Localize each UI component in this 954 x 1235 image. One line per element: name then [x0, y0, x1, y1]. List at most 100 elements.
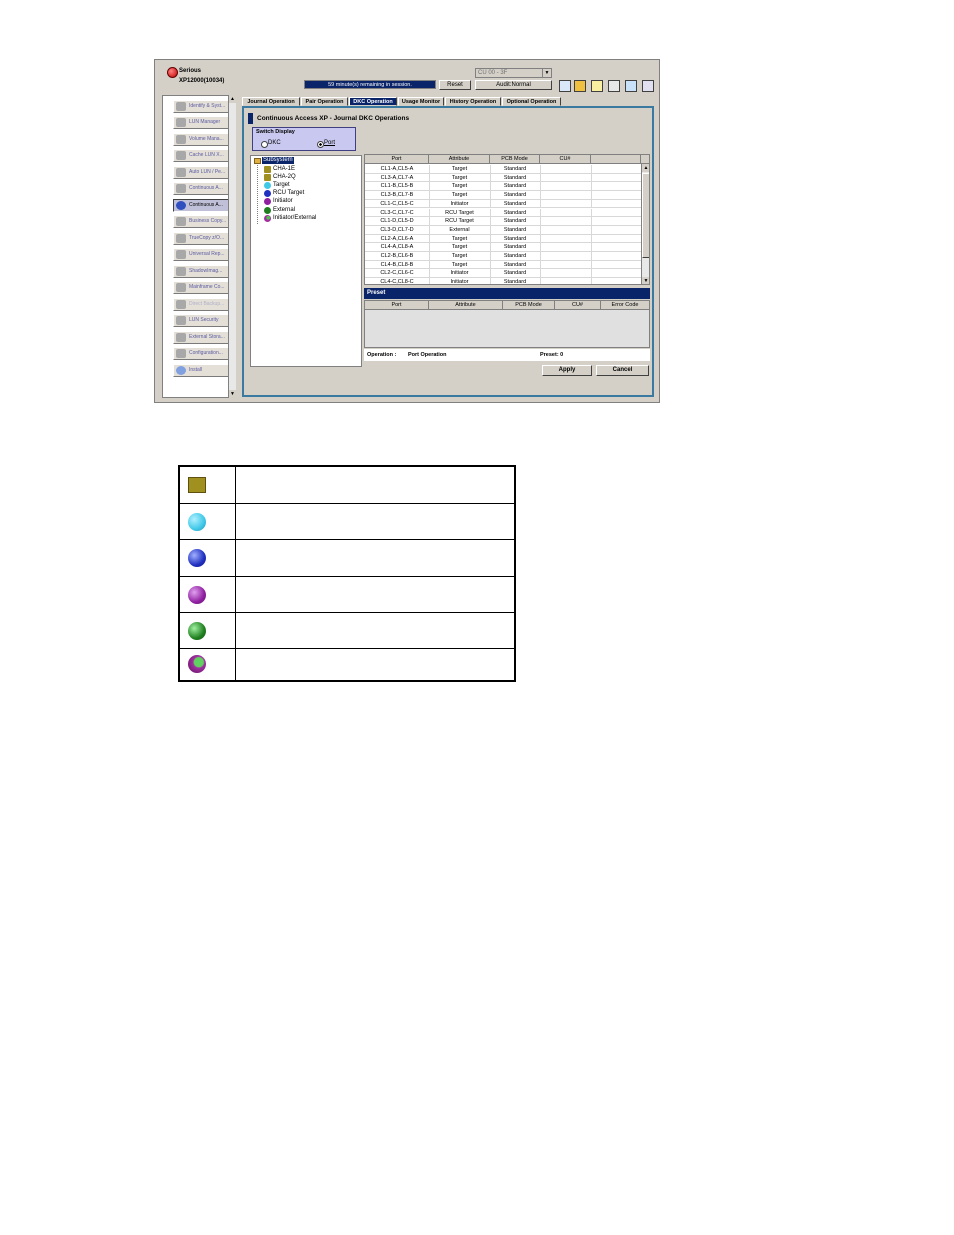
- sidebar-item-business-copy[interactable]: Business Copy...: [173, 215, 233, 228]
- tree-node[interactable]: Initiator/External: [273, 215, 316, 222]
- sidebar-item-label: Identify & Syst...: [189, 103, 226, 109]
- sidebar-item-cache-lun[interactable]: Cache LUN X...: [173, 149, 233, 162]
- table-row[interactable]: CL2-A,CL6-A Target Standard: [365, 234, 641, 244]
- tab-dkc-operation[interactable]: DKC Operation: [349, 97, 397, 106]
- column-header-cu[interactable]: CU#: [540, 155, 591, 164]
- table-scrollbar[interactable]: ▲ ▼: [641, 164, 649, 284]
- port-tree[interactable]: Subsystem CHA-1E CHA-2Q Target RCU Targe…: [250, 155, 362, 367]
- table-row[interactable]: CL2-B,CL6-B Target Standard: [365, 252, 641, 261]
- alert-icon[interactable]: [574, 80, 586, 92]
- table-row[interactable]: CL4-C,CL8-C Initiator Standard: [365, 278, 641, 284]
- column-divider: [490, 217, 491, 225]
- report-icon[interactable]: [559, 80, 571, 92]
- tab-optional-operation[interactable]: Optional Operation: [502, 97, 561, 106]
- table-row[interactable]: CL3-D,CL7-D External Standard: [365, 225, 641, 235]
- wrench-icon[interactable]: [591, 80, 603, 92]
- port-radio[interactable]: [317, 141, 324, 148]
- column-divider: [540, 173, 541, 182]
- preset-column-attribute[interactable]: Attribute: [429, 301, 503, 310]
- table-row[interactable]: CL4-B,CL8-B Target Standard: [365, 260, 641, 270]
- column-divider: [429, 165, 430, 173]
- tree-node[interactable]: Target: [273, 182, 290, 189]
- table-row[interactable]: CL1-B,CL5-B Target Standard: [365, 182, 641, 192]
- sidebar-item-lun-manager[interactable]: LUN Manager: [173, 116, 233, 129]
- sidebar-item-lun-security[interactable]: LUN Security: [173, 314, 233, 327]
- refresh-icon[interactable]: [625, 80, 637, 92]
- tab-journal-operation[interactable]: Journal Operation: [242, 97, 300, 106]
- table-row[interactable]: CL3-A,CL7-A Target Standard: [365, 173, 641, 183]
- table-row[interactable]: CL1-D,CL5-D RCU Target Standard: [365, 217, 641, 226]
- dkc-radio-label: DKC: [268, 140, 281, 146]
- shadowimage-icon: [176, 267, 186, 276]
- column-divider: [591, 243, 592, 251]
- table-row[interactable]: CL1-A,CL5-A Target Standard: [365, 165, 641, 174]
- chevron-down-icon[interactable]: ▼: [542, 69, 551, 77]
- audit-button[interactable]: Audit:Normal: [475, 80, 552, 90]
- cancel-button[interactable]: Cancel: [596, 365, 649, 376]
- reset-button[interactable]: Reset: [439, 80, 471, 90]
- preset-column-port[interactable]: Port: [365, 301, 429, 310]
- cha-icon: [264, 166, 271, 173]
- tree-node[interactable]: External: [273, 207, 295, 214]
- table-row[interactable]: CL3-C,CL7-C RCU Target Standard: [365, 208, 641, 218]
- attribute-cell: Target: [451, 253, 468, 259]
- sidebar-item-install[interactable]: Install: [173, 364, 233, 377]
- search-icon[interactable]: [608, 80, 620, 92]
- port-radio-label: Port: [324, 140, 336, 146]
- sidebar-item-continuous-access-journal[interactable]: Continuous A...: [173, 199, 233, 212]
- column-header-attribute[interactable]: Attribute: [429, 155, 490, 164]
- apply-button[interactable]: Apply: [542, 365, 592, 376]
- scroll-thumb[interactable]: [642, 173, 649, 258]
- table-row[interactable]: CL1-C,CL5-C Initiator Standard: [365, 199, 641, 209]
- tab-history-operation[interactable]: History Operation: [445, 97, 501, 106]
- column-header-pcb-mode[interactable]: PCB Mode: [490, 155, 540, 164]
- sidebar-item-direct-backup[interactable]: Direct Backup...: [173, 298, 233, 311]
- sidebar-item-truecopy[interactable]: TrueCopy z/O...: [173, 232, 233, 245]
- continuous-access-icon: [176, 184, 186, 193]
- sidebar-item-shadowimage[interactable]: ShadowImag...: [173, 265, 233, 278]
- preset-column-cu[interactable]: CU#: [555, 301, 601, 310]
- scroll-down-icon[interactable]: ▼: [229, 390, 236, 398]
- tree-node[interactable]: CHA-2Q: [273, 174, 296, 181]
- column-divider: [591, 199, 592, 208]
- dkc-radio[interactable]: [261, 141, 268, 148]
- lun-security-icon: [176, 316, 186, 325]
- sidebar-item-mainframe[interactable]: Mainframe Co...: [173, 281, 233, 294]
- tab-usage-monitor[interactable]: Usage Monitor: [398, 97, 444, 106]
- sidebar-item-universal-replicator[interactable]: Universal Rep...: [173, 248, 233, 261]
- column-divider: [490, 165, 491, 173]
- sidebar-item-continuous-access[interactable]: Continuous A...: [173, 182, 233, 195]
- tree-node[interactable]: Initiator: [273, 198, 293, 205]
- sidebar-item-external-storage[interactable]: External Stora...: [173, 331, 233, 344]
- tree-node[interactable]: CHA-1E: [273, 166, 295, 173]
- scroll-up-icon[interactable]: ▲: [229, 95, 236, 103]
- attribute-cell: RCU Target: [445, 209, 474, 216]
- preset-column-pcb-mode[interactable]: PCB Mode: [503, 301, 555, 310]
- table-row[interactable]: CL2-C,CL6-C Initiator Standard: [365, 269, 641, 279]
- tab-pair-operation[interactable]: Pair Operation: [301, 97, 348, 106]
- column-divider: [591, 208, 592, 217]
- sidebar-scrollbar[interactable]: ▲ ▼: [228, 95, 236, 398]
- table-row[interactable]: CL3-B,CL7-B Target Standard: [365, 191, 641, 200]
- auto-lun-icon: [176, 168, 186, 177]
- preset-column-error-code[interactable]: Error Code: [601, 301, 649, 310]
- column-header-port[interactable]: Port: [365, 155, 429, 164]
- exit-icon[interactable]: [642, 80, 654, 92]
- rcu-target-port-icon: [264, 190, 271, 197]
- tree-node[interactable]: RCU Target: [273, 190, 304, 197]
- switch-display-group: Switch Display DKC Port: [252, 127, 356, 151]
- pcb-mode-cell: Standard: [503, 183, 527, 190]
- column-divider: [540, 252, 541, 260]
- sidebar-item-auto-lun[interactable]: Auto LUN / Pe...: [173, 166, 233, 179]
- scroll-down-icon[interactable]: ▼: [642, 277, 649, 284]
- legend-row: [180, 540, 514, 577]
- pcb-mode-cell: Standard: [503, 209, 527, 216]
- sidebar-item-volume-manager[interactable]: Volume Mana...: [173, 133, 233, 146]
- sidebar-item-identify[interactable]: Identify & Syst...: [173, 100, 233, 113]
- tree-root-subsystem[interactable]: Subsystem: [262, 157, 294, 164]
- sidebar-item-configuration[interactable]: Configuration...: [173, 347, 233, 360]
- table-row[interactable]: CL4-A,CL8-A Target Standard: [365, 243, 641, 252]
- rcu-target-port-icon: [188, 549, 206, 567]
- cu-select[interactable]: CU 00 - 3F ▼: [475, 68, 552, 78]
- scroll-up-icon[interactable]: ▲: [642, 164, 649, 172]
